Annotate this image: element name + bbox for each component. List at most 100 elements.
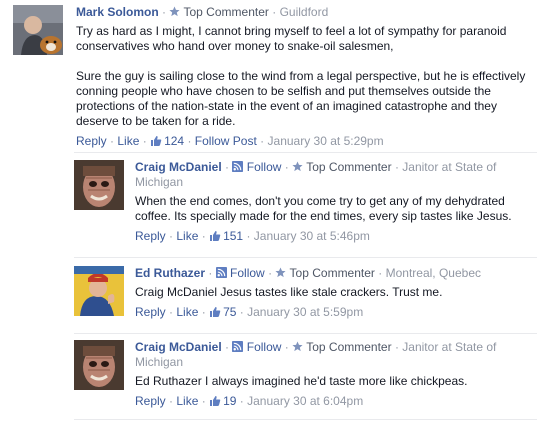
comment-header: Craig McDaniel · Follow · Top Commenter …: [135, 160, 525, 190]
avatar[interactable]: [74, 340, 124, 390]
top-commenter-badge: Top Commenter: [289, 266, 375, 280]
follow-link[interactable]: Follow: [247, 340, 282, 354]
thumbs-up-icon: [151, 136, 162, 146]
divider: [74, 152, 537, 153]
separator: ·: [378, 266, 383, 280]
like-link[interactable]: Like: [176, 229, 198, 243]
author-name[interactable]: Mark Solomon: [76, 5, 159, 19]
comment-timestamp[interactable]: January 30 at 5:46pm: [254, 229, 370, 243]
separator: ·: [201, 305, 206, 319]
separator: ·: [110, 134, 115, 148]
separator: ·: [239, 305, 244, 319]
separator: ·: [169, 229, 174, 243]
like-count[interactable]: 75: [209, 305, 236, 319]
separator: ·: [162, 5, 167, 19]
avatar[interactable]: [13, 5, 63, 55]
separator: ·: [394, 160, 399, 174]
rss-follow-icon: [215, 267, 227, 278]
follow-link[interactable]: Follow: [230, 266, 265, 280]
comment-header: Ed Ruthazer · Follow · Top Commenter · M…: [135, 266, 525, 281]
separator: ·: [284, 160, 289, 174]
comment-timestamp[interactable]: January 30 at 5:29pm: [268, 134, 384, 148]
like-count[interactable]: 124: [150, 134, 184, 148]
like-count-value: 75: [223, 305, 237, 319]
like-count[interactable]: 19: [209, 394, 236, 408]
separator: ·: [201, 229, 206, 243]
job-title: Janitor at: [402, 160, 452, 174]
reply-link[interactable]: Reply: [76, 134, 107, 148]
like-link[interactable]: Like: [176, 394, 198, 408]
separator: ·: [260, 134, 265, 148]
reply-link[interactable]: Reply: [135, 394, 166, 408]
top-commenter-star-icon: [275, 267, 286, 278]
avatar-image: [74, 340, 124, 390]
separator: ·: [225, 340, 230, 354]
like-count-value: 151: [223, 229, 244, 243]
comment-actions: Reply · Like · 124 · Follow Post · Janua…: [76, 134, 536, 149]
comment-actions: Reply · Like · 19 · January 30 at 6:04pm: [135, 394, 525, 409]
separator: ·: [187, 134, 192, 148]
comment-header: Mark Solomon · Top Commenter · Guildford: [76, 5, 536, 20]
thumbs-up-icon: [210, 231, 221, 241]
separator: ·: [208, 266, 213, 280]
comment-body: Craig McDaniel · Follow · Top Commenter …: [135, 340, 525, 409]
comment-text: When the end comes, don't you come try t…: [135, 194, 512, 223]
separator: ·: [239, 394, 244, 408]
like-count-value: 124: [164, 134, 185, 148]
separator: ·: [394, 340, 399, 354]
author-name[interactable]: Ed Ruthazer: [135, 266, 205, 280]
author-location: Montreal, Quebec: [385, 266, 481, 280]
like-link[interactable]: Like: [117, 134, 139, 148]
rss-follow-icon: [232, 341, 244, 352]
avatar-image: [74, 266, 124, 316]
separator: ·: [169, 305, 174, 319]
separator: ·: [169, 394, 174, 408]
comment-body: Mark Solomon · Top Commenter · Guildford…: [76, 5, 536, 149]
like-count-value: 19: [223, 394, 237, 408]
top-commenter-badge: Top Commenter: [183, 5, 269, 19]
author-location: Guildford: [279, 5, 329, 19]
reply-link[interactable]: Reply: [135, 305, 166, 319]
reply-link[interactable]: Reply: [135, 229, 166, 243]
top-commenter-badge: Top Commenter: [306, 340, 392, 354]
follow-post-link[interactable]: Follow Post: [195, 134, 257, 148]
top-commenter-star-icon: [169, 6, 180, 17]
comment-text: Craig McDaniel Jesus tastes like stale c…: [135, 285, 443, 299]
comment-actions: Reply · Like · 151 · January 30 at 5:46p…: [135, 229, 525, 244]
separator: ·: [225, 160, 230, 174]
top-commenter-badge: Top Commenter: [306, 160, 392, 174]
author-name[interactable]: Craig McDaniel: [135, 340, 222, 354]
author-name[interactable]: Craig McDaniel: [135, 160, 222, 174]
comment-paragraph: Sure the guy is sailing close to the win…: [76, 69, 526, 128]
comment-actions: Reply · Like · 75 · January 30 at 5:59pm: [135, 305, 525, 320]
avatar[interactable]: [74, 160, 124, 210]
comment-paragraph: Try as hard as I might, I cannot bring m…: [76, 24, 507, 53]
separator: ·: [142, 134, 147, 148]
comment-timestamp[interactable]: January 30 at 6:04pm: [247, 394, 363, 408]
follow-link[interactable]: Follow: [247, 160, 282, 174]
avatar[interactable]: [74, 266, 124, 316]
comment-header: Craig McDaniel · Follow · Top Commenter …: [135, 340, 525, 370]
divider: [74, 333, 537, 334]
divider: [74, 257, 537, 258]
rss-follow-icon: [232, 161, 244, 172]
separator: ·: [284, 340, 289, 354]
top-commenter-star-icon: [292, 341, 303, 352]
thumbs-up-icon: [210, 307, 221, 317]
comment-text: Ed Ruthazer I always imagined he'd taste…: [135, 374, 468, 388]
separator: ·: [246, 229, 251, 243]
top-commenter-star-icon: [292, 161, 303, 172]
comment-text: Try as hard as I might, I cannot bring m…: [76, 24, 536, 129]
comment-timestamp[interactable]: January 30 at 5:59pm: [247, 305, 363, 319]
avatar-image: [74, 160, 124, 210]
avatar-image: [13, 5, 63, 55]
like-count[interactable]: 151: [209, 229, 243, 243]
comment-body: Ed Ruthazer · Follow · Top Commenter · M…: [135, 266, 525, 320]
comment-body: Craig McDaniel · Follow · Top Commenter …: [135, 160, 525, 244]
separator: ·: [272, 5, 277, 19]
divider: [74, 419, 537, 420]
separator: ·: [201, 394, 206, 408]
like-link[interactable]: Like: [176, 305, 198, 319]
job-title: Janitor at: [402, 340, 452, 354]
thumbs-up-icon: [210, 396, 221, 406]
